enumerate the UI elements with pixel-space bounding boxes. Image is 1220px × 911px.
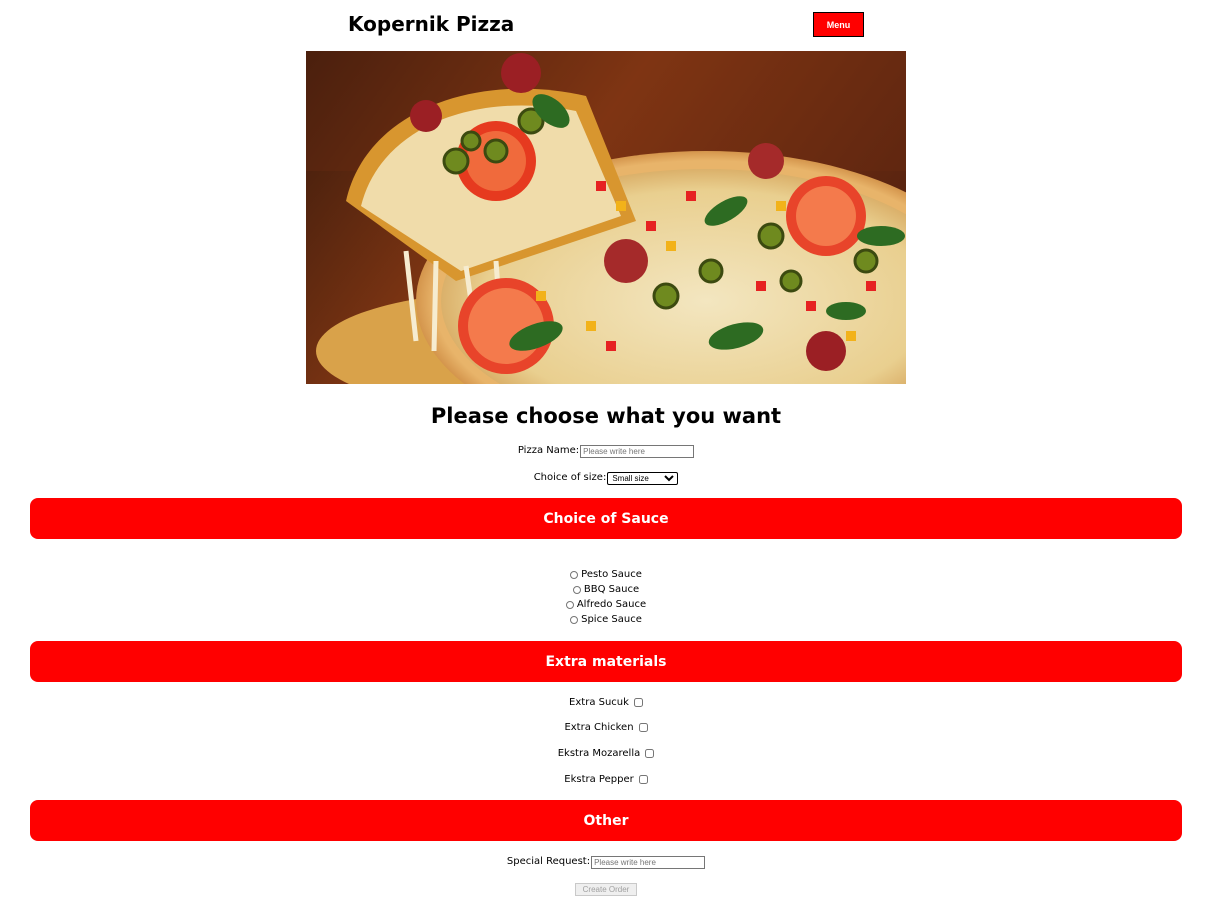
hero-pizza-image (306, 51, 906, 384)
other-section-header: Other (30, 800, 1182, 841)
sauce-radio[interactable] (572, 585, 581, 594)
sauce-option[interactable]: Alfredo Sauce (0, 597, 1212, 613)
extra-checkbox[interactable] (638, 775, 648, 784)
sauce-option[interactable]: Spice Sauce (0, 612, 1212, 628)
extra-option[interactable]: Extra Sucuk (0, 695, 1212, 711)
size-label: Choice of size: (533, 472, 607, 483)
site-title: Kopernik Pizza (348, 12, 515, 36)
sauce-radio[interactable] (565, 600, 574, 609)
sauce-radio[interactable] (570, 615, 579, 624)
sauce-option-label: Alfredo Sauce (576, 599, 647, 610)
pizza-name-input[interactable] (580, 444, 695, 458)
extra-checkbox[interactable] (638, 723, 648, 732)
extra-option[interactable]: Ekstra Pepper (0, 772, 1212, 788)
sauce-option-label: BBQ Sauce (583, 584, 640, 595)
extra-option[interactable]: Ekstra Mozarella (0, 746, 1212, 762)
page-heading: Please choose what you want (430, 404, 782, 428)
extra-option-label: Extra Chicken (564, 722, 634, 733)
extras-section-header: Extra materials (30, 641, 1182, 682)
special-request-label: Special Request: (506, 856, 591, 867)
extra-checkbox[interactable] (633, 698, 643, 707)
pizza-name-row: Pizza Name: (0, 443, 1212, 460)
extra-checkbox[interactable] (645, 749, 655, 758)
sauce-option-label: Pesto Sauce (581, 569, 642, 580)
sauce-radio[interactable] (570, 570, 579, 579)
size-select[interactable]: Small size (607, 471, 679, 485)
menu-button[interactable]: Menu (813, 12, 864, 37)
extra-option-label: Ekstra Mozarella (557, 748, 641, 759)
extra-option-label: Ekstra Pepper (564, 774, 634, 785)
sauce-option[interactable]: BBQ Sauce (0, 582, 1212, 598)
create-order-button[interactable]: Create Order (575, 883, 637, 896)
extra-option[interactable]: Extra Chicken (0, 720, 1212, 736)
extra-option-label: Extra Sucuk (569, 697, 629, 708)
sauce-option[interactable]: Pesto Sauce (0, 567, 1212, 583)
size-row: Choice of size: Small size (0, 470, 1212, 487)
special-request-row: Special Request: (0, 854, 1212, 871)
sauce-section-header: Choice of Sauce (30, 498, 1182, 539)
sauce-option-label: Spice Sauce (581, 614, 642, 625)
pizza-name-label: Pizza Name: (517, 445, 580, 456)
special-request-input[interactable] (591, 855, 706, 869)
pizza-illustration (306, 51, 906, 384)
